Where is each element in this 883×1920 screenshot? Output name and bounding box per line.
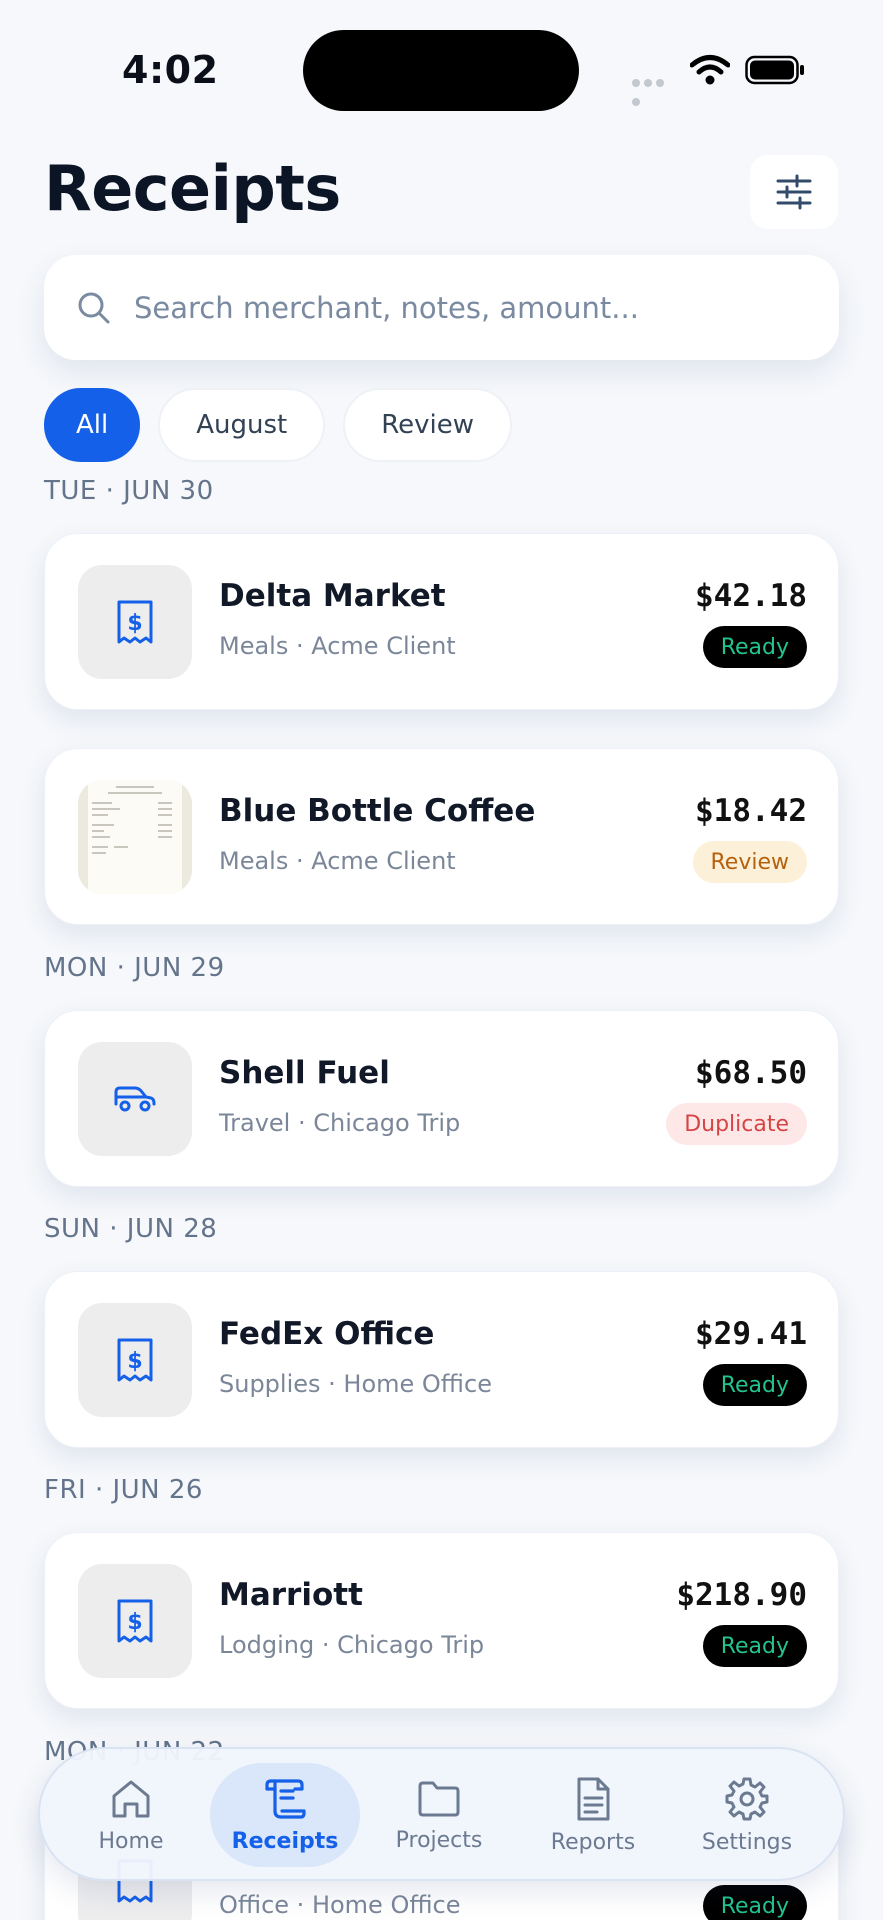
date-header: FRI · JUN 26: [44, 1475, 203, 1505]
cellular-signal-icon: [632, 72, 678, 106]
status-bar: 4:02: [0, 0, 883, 140]
page-title: Receipts: [44, 152, 341, 225]
receipt-amount: $42.18: [695, 578, 807, 614]
merchant-name: Shell Fuel: [219, 1055, 390, 1091]
status-time: 4:02: [122, 48, 219, 92]
nav-label: Settings: [701, 1829, 793, 1855]
receipt-icon: $: [78, 1303, 192, 1417]
receipt-meta: Meals · Acme Client: [219, 632, 456, 660]
document-icon: [577, 1777, 610, 1820]
chip-review[interactable]: Review: [343, 388, 512, 462]
dynamic-island: [303, 30, 579, 111]
date-header: SUN · JUN 28: [44, 1214, 218, 1244]
folder-icon: [418, 1781, 460, 1816]
sliders-icon: [776, 174, 812, 210]
receipt-card[interactable]: Blue Bottle Coffee Meals · Acme Client $…: [44, 748, 839, 925]
receipt-meta: Lodging · Chicago Trip: [219, 1631, 485, 1659]
receipt-amount: $29.41: [695, 1316, 807, 1352]
status-badge: Duplicate: [666, 1103, 807, 1145]
svg-text:$: $: [127, 1349, 142, 1374]
status-badge: Ready: [702, 1364, 807, 1406]
svg-text:$: $: [127, 611, 142, 636]
receipt-icon: $: [78, 565, 192, 679]
chip-august[interactable]: August: [158, 388, 326, 462]
receipt-card[interactable]: $ Delta Market Meals · Acme Client $42.1…: [44, 533, 839, 710]
receipt-card[interactable]: Shell Fuel Travel · Chicago Trip $68.50 …: [44, 1010, 839, 1187]
status-badge: Ready: [702, 626, 807, 668]
car-icon: [78, 1042, 192, 1156]
search-icon: [78, 292, 110, 323]
merchant-name: FedEx Office: [219, 1316, 435, 1352]
merchant-name: Delta Market: [219, 578, 446, 614]
nav-reports[interactable]: Reports: [518, 1763, 668, 1867]
date-header: MON · JUN 29: [44, 953, 225, 983]
wifi-icon: [690, 55, 730, 85]
nav-settings[interactable]: Settings: [672, 1763, 822, 1867]
status-badge: Ready: [702, 1625, 807, 1667]
nav-projects[interactable]: Projects: [364, 1763, 514, 1867]
receipt-amount: $18.42: [695, 793, 807, 829]
nav-label: Home: [98, 1828, 164, 1854]
receipts-icon: [265, 1778, 306, 1819]
nav-receipts[interactable]: Receipts: [210, 1763, 360, 1867]
search-input[interactable]: [134, 290, 794, 325]
home-icon: [112, 1780, 150, 1817]
filter-chips: All August Review: [44, 388, 512, 462]
merchant-name: Blue Bottle Coffee: [219, 793, 536, 829]
receipt-card[interactable]: $ Marriott Lodging · Chicago Trip $218.9…: [44, 1532, 839, 1709]
receipt-icon: $: [78, 1564, 192, 1678]
date-header: TUE · JUN 30: [44, 476, 214, 506]
chip-all[interactable]: All: [44, 388, 141, 462]
svg-text:$: $: [127, 1610, 142, 1635]
merchant-name: Marriott: [219, 1577, 363, 1613]
search-bar[interactable]: [44, 255, 839, 360]
receipt-amount: $68.50: [695, 1055, 807, 1091]
battery-icon: [745, 55, 804, 85]
status-badge: Ready: [702, 1885, 807, 1920]
receipt-card[interactable]: $ FedEx Office Supplies · Home Office $2…: [44, 1271, 839, 1448]
filter-button[interactable]: [750, 155, 838, 229]
receipt-amount: $218.90: [676, 1577, 807, 1613]
nav-label: Projects: [395, 1827, 483, 1853]
nav-home[interactable]: Home: [56, 1763, 206, 1867]
bottom-nav: Home Receipts Projects Reports Settings: [38, 1747, 845, 1881]
receipt-meta: Supplies · Home Office: [219, 1370, 492, 1398]
receipt-meta: Office · Home Office: [219, 1891, 461, 1919]
receipt-meta: Meals · Acme Client: [219, 847, 456, 875]
status-badge: Review: [692, 841, 807, 883]
nav-label: Reports: [550, 1829, 636, 1855]
nav-label: Receipts: [231, 1828, 339, 1854]
receipt-photo-thumbnail: [78, 780, 192, 894]
gear-icon: [725, 1777, 769, 1820]
receipt-meta: Travel · Chicago Trip: [219, 1109, 461, 1137]
